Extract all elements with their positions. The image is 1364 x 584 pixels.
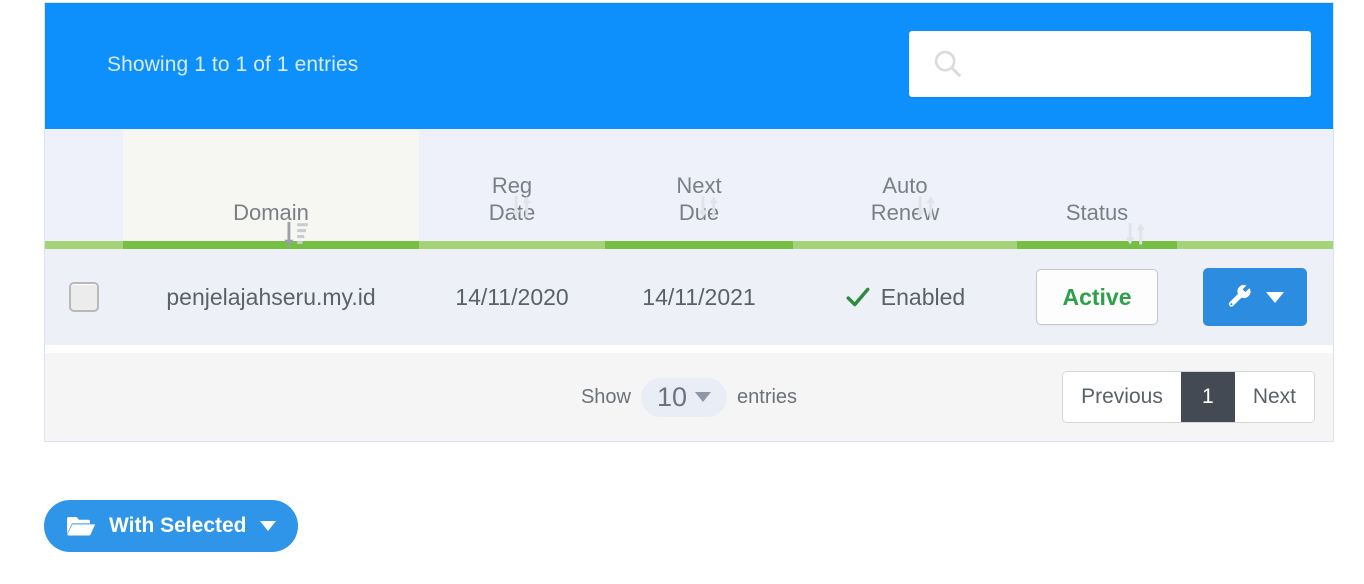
entries-label: entries: [737, 385, 798, 408]
with-selected-button[interactable]: With Selected: [44, 500, 298, 552]
accent-segment-status: [1017, 241, 1177, 249]
folder-open-icon: [67, 517, 96, 536]
check-icon: [846, 287, 870, 307]
chevron-down-icon[interactable]: [1266, 291, 1284, 303]
chevron-down-icon: [695, 392, 712, 402]
pagination-page-1[interactable]: 1: [1180, 372, 1235, 422]
page-length-value: 10: [656, 381, 688, 412]
pagination-next[interactable]: Next: [1234, 372, 1314, 422]
auto-renew-value: Enabled: [880, 283, 966, 310]
search-input[interactable]: [909, 31, 1311, 97]
table-toolbar: Showing 1 to 1 of 1 entries: [45, 3, 1333, 129]
column-header-status-label: Status: [1065, 200, 1129, 226]
table-body: penjelajahseru.my.id 14/11/2020 14/11/20…: [45, 249, 1333, 345]
cell-actions: [1177, 249, 1333, 345]
accent-segment-auto: [793, 241, 1017, 249]
row-actions-button[interactable]: [1203, 268, 1307, 326]
sort-both-icon: [916, 196, 936, 218]
cell-status: Active: [1017, 249, 1177, 345]
table-header-row: Domain Reg Date Next Due Auto Renew Stat…: [45, 129, 1333, 247]
column-header-reg-date[interactable]: Reg Date: [419, 129, 605, 241]
column-header-status[interactable]: Status: [1017, 129, 1177, 245]
pagination-previous[interactable]: Previous: [1063, 372, 1181, 422]
status-badge[interactable]: Active: [1036, 269, 1158, 325]
table-row: penjelajahseru.my.id 14/11/2020 14/11/20…: [45, 249, 1333, 345]
sort-amount-down-icon: [284, 222, 308, 247]
cell-auto-renew: Enabled: [793, 249, 1017, 345]
accent-segment-domain: [123, 241, 419, 249]
domain-name: penjelajahseru.my.id: [166, 283, 376, 310]
sort-both-icon: [512, 196, 532, 218]
search-box[interactable]: [909, 31, 1311, 97]
page-length-control: Show 10 entries: [580, 377, 798, 417]
row-checkbox[interactable]: [69, 282, 99, 312]
sort-both-icon: [1125, 223, 1145, 245]
row-select-cell: [45, 249, 123, 345]
wrench-icon: [1228, 284, 1251, 307]
pagination: Previous 1 Next: [1062, 371, 1315, 423]
column-header-auto-renew[interactable]: Auto Renew: [793, 129, 1017, 241]
search-icon: [934, 50, 961, 77]
accent-segment-reg: [419, 241, 605, 249]
row-separator: [45, 345, 1333, 353]
reg-date-value: 14/11/2020: [455, 283, 569, 310]
table-footer: Show 10 entries Previous 1 Next: [45, 353, 1333, 441]
next-due-value: 14/11/2021: [642, 283, 756, 310]
column-header-actions: [1177, 129, 1333, 241]
column-header-domain[interactable]: Domain: [123, 129, 419, 247]
domains-table-card: Showing 1 to 1 of 1 entries Domain Reg D…: [44, 2, 1334, 442]
page-root: Showing 1 to 1 of 1 entries Domain Reg D…: [0, 0, 1364, 584]
accent-segment-select: [45, 241, 123, 249]
column-header-next-due[interactable]: Next Due: [605, 129, 793, 241]
accent-segment-next: [605, 241, 793, 249]
accent-segment-actions: [1177, 241, 1333, 249]
table-info-text: Showing 1 to 1 of 1 entries: [107, 53, 359, 76]
column-header-select: [45, 129, 123, 241]
cell-reg-date: 14/11/2020: [419, 249, 605, 345]
cell-next-due: 14/11/2021: [605, 249, 793, 345]
sort-both-icon: [698, 196, 718, 218]
chevron-down-icon: [259, 521, 276, 531]
show-label: Show: [580, 385, 631, 408]
cell-domain: penjelajahseru.my.id: [123, 249, 419, 345]
page-length-select[interactable]: 10: [640, 377, 728, 417]
with-selected-label: With Selected: [109, 514, 247, 537]
